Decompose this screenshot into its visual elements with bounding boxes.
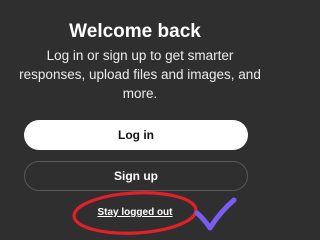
- login-button[interactable]: Log in: [24, 120, 248, 150]
- dialog-title: Welcome back: [69, 21, 201, 42]
- subtitle-line: more.: [122, 86, 158, 101]
- login-dialog: Welcome back Log in or sign up to get sm…: [0, 0, 270, 240]
- subtitle-line: Log in or sign up to get smarter: [46, 48, 234, 63]
- login-button-label: Log in: [118, 128, 154, 142]
- dialog-subtitle: Log in or sign up to get smarter respons…: [10, 46, 270, 103]
- stay-logged-out-link[interactable]: Stay logged out: [0, 207, 270, 218]
- subtitle-line: responses, upload files and images, and: [19, 67, 261, 82]
- signup-button[interactable]: Sign up: [24, 161, 248, 191]
- signup-button-label: Sign up: [114, 169, 158, 183]
